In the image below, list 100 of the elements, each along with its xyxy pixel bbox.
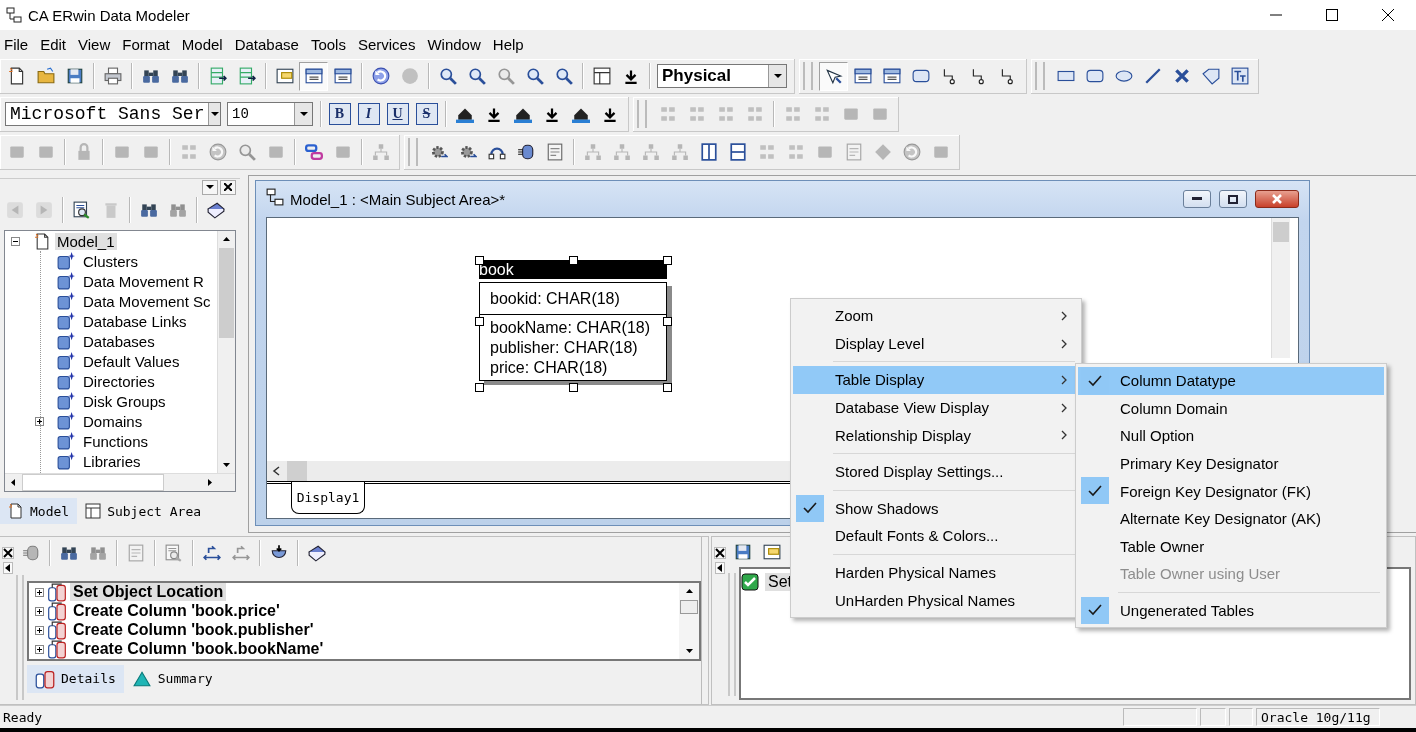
collapse-icon[interactable]	[11, 236, 20, 246]
horizontal-scrollbar[interactable]	[5, 473, 235, 492]
tree-item[interactable]: Libraries	[81, 452, 143, 470]
resize-handle[interactable]	[663, 383, 672, 393]
maximize-icon[interactable]	[1326, 9, 1338, 21]
dropdown[interactable]: Physical	[657, 64, 787, 89]
close-icon[interactable]	[220, 179, 236, 195]
document-tab[interactable]: Display1	[291, 482, 365, 515]
close-icon[interactable]	[1382, 9, 1394, 21]
tree-item[interactable]: Clusters	[81, 252, 140, 270]
scroll-thumb[interactable]	[219, 248, 234, 339]
log-entry[interactable]: Set Object Location	[70, 583, 227, 602]
resize-handle[interactable]	[475, 317, 484, 327]
menu-item[interactable]: Database	[230, 36, 307, 54]
expand-icon[interactable]	[35, 416, 44, 426]
panel-tab[interactable]: Subject Area	[77, 498, 210, 525]
menu-item[interactable]: Window	[423, 36, 489, 54]
pointer-icon[interactable]	[819, 61, 848, 91]
table-name[interactable]: book	[479, 260, 667, 280]
toolbar-grip[interactable]	[803, 62, 813, 91]
resize-handle[interactable]	[663, 256, 672, 266]
menu-item[interactable]: Database View Display	[793, 393, 1079, 422]
toolbar-grip[interactable]	[408, 138, 418, 167]
expand-icon[interactable]	[35, 644, 44, 654]
menu-item[interactable]: Zoom	[793, 302, 1079, 330]
tree-item[interactable]: Databases	[81, 332, 157, 350]
menu-item[interactable]: UnHarden Physical Names	[793, 586, 1079, 614]
expand-icon[interactable]	[35, 606, 44, 616]
panel-grip[interactable]	[16, 574, 24, 701]
restore-button[interactable]	[1219, 190, 1247, 209]
column-text: bookName: CHAR(18)	[490, 319, 651, 337]
tree-item[interactable]: Disk Groups	[81, 392, 168, 410]
menu-item[interactable]: Display Level	[793, 329, 1079, 358]
tree-item[interactable]: Functions	[81, 432, 151, 450]
expand-icon[interactable]	[35, 625, 44, 635]
database-label: Oracle 10g/11g	[1256, 708, 1380, 727]
menu-item[interactable]: Null Option	[1078, 422, 1384, 450]
panel-tab[interactable]: Model	[0, 498, 78, 525]
panel-tab[interactable]: Details	[27, 664, 124, 693]
close-button[interactable]	[1255, 190, 1299, 209]
log-entry[interactable]: Create Column 'book.bookName'	[70, 640, 327, 659]
scroll-thumb[interactable]	[22, 474, 164, 492]
scroll-thumb[interactable]	[287, 461, 307, 482]
tree-item[interactable]: Model_1	[55, 232, 117, 250]
tree-item[interactable]: Directories	[81, 372, 157, 390]
collapse-arrow-icon[interactable]	[715, 561, 725, 574]
menu-item[interactable]: Column Datatype	[1078, 367, 1384, 395]
menu-item[interactable]: Column Domain	[1078, 394, 1384, 423]
vertical-scrollbar[interactable]	[1271, 218, 1290, 359]
dropdown-arrow-icon[interactable]	[299, 110, 308, 119]
menu-item[interactable]: Show Shadows	[793, 494, 1079, 523]
toolbar-grip[interactable]	[1035, 62, 1045, 91]
resize-handle[interactable]	[569, 256, 578, 266]
close-icon[interactable]	[714, 546, 726, 559]
tree-item[interactable]: Database Links	[81, 312, 189, 330]
tree-item[interactable]: Default Values	[81, 352, 182, 370]
dropdown[interactable]: 10	[227, 102, 313, 127]
menu-item[interactable]: Ungenerated Tables	[1078, 596, 1384, 625]
dropdown-arrow-icon[interactable]	[773, 72, 782, 81]
tree-item[interactable]: Domains	[81, 412, 145, 430]
dropdown-arrow-icon[interactable]	[210, 110, 219, 119]
log-entry[interactable]: Create Column 'book.publisher'	[70, 621, 317, 640]
menu-item[interactable]: Default Fonts & Colors...	[793, 522, 1079, 550]
table-icon[interactable]	[299, 61, 328, 91]
close-icon[interactable]	[2, 546, 14, 559]
vertical-scrollbar[interactable]	[217, 231, 235, 474]
resize-handle[interactable]	[663, 317, 672, 327]
scroll-thumb[interactable]	[680, 599, 698, 614]
menu-item[interactable]: View	[74, 36, 119, 54]
panel-grip[interactable]	[728, 572, 736, 697]
menu-item[interactable]: Foreign Key Designator (FK)	[1078, 477, 1384, 505]
menu-item[interactable]: Table Owner	[1078, 532, 1384, 561]
panel-tab[interactable]: Summary	[123, 664, 221, 693]
checkbox-icon[interactable]	[741, 572, 759, 591]
minimize-button[interactable]	[1183, 190, 1211, 209]
menu-item[interactable]: Model	[177, 36, 231, 54]
dropdown[interactable]: Microsoft Sans Ser	[5, 102, 221, 127]
menu-item[interactable]: Primary Key Designator	[1078, 449, 1384, 478]
tree-item[interactable]: Data Movement R	[81, 272, 206, 290]
dropdown-arrow-icon[interactable]	[206, 183, 214, 192]
transaction-icon	[35, 668, 55, 689]
menu-item[interactable]: Help	[488, 36, 532, 54]
collapse-arrow-icon[interactable]	[3, 561, 13, 574]
menu-item[interactable]: Relationship Display	[793, 421, 1079, 449]
menu-item[interactable]: File	[0, 36, 37, 54]
toolbar-grip[interactable]	[637, 100, 647, 129]
resize-handle[interactable]	[569, 383, 578, 393]
menu-item[interactable]: Edit	[36, 36, 75, 54]
menu-item[interactable]: Alternate Key Designator (AK)	[1078, 504, 1384, 533]
log-entry[interactable]: Create Column 'book.price'	[70, 602, 283, 621]
menu-item[interactable]: Tools	[306, 36, 354, 54]
resize-handle[interactable]	[475, 383, 484, 393]
menu-item[interactable]: Format	[118, 36, 178, 54]
scroll-thumb[interactable]	[1273, 222, 1289, 243]
menu-item[interactable]: Harden Physical Names	[793, 558, 1079, 587]
vertical-scrollbar[interactable]	[679, 582, 699, 659]
expand-icon[interactable]	[35, 587, 44, 597]
menu-item[interactable]: Stored Display Settings...	[793, 457, 1079, 486]
tree-item[interactable]: Data Movement Sc	[81, 292, 213, 310]
menu-item[interactable]: Services	[353, 36, 424, 54]
